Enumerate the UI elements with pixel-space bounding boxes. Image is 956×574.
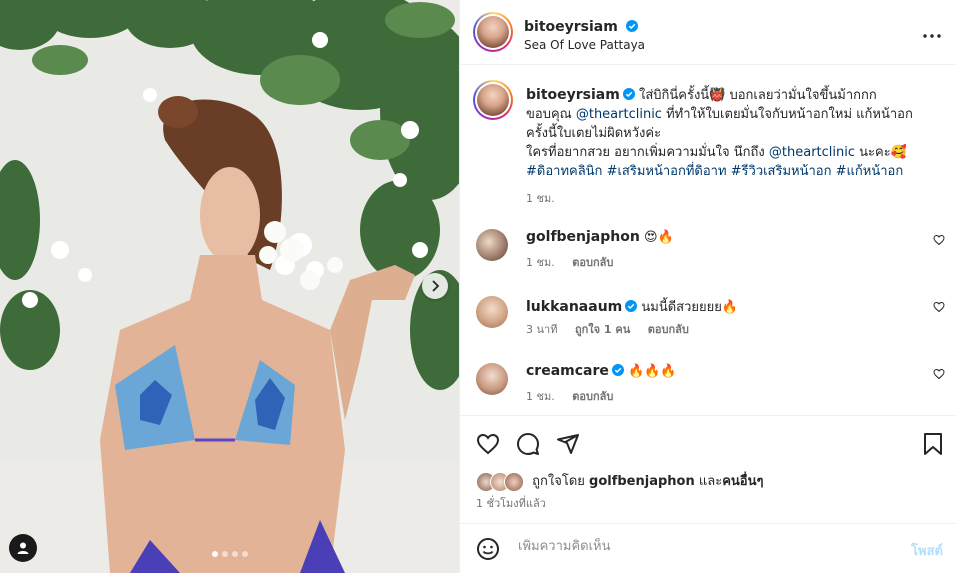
comment-item: lukkanaaum นมนี้ดีสวยยยย🔥 3 นาที ถูกใจ 1… xyxy=(460,296,956,336)
verified-badge-icon xyxy=(625,300,638,312)
share-icon[interactable] xyxy=(556,432,580,456)
carousel-dot xyxy=(211,551,218,557)
verified-badge-icon xyxy=(611,364,624,376)
mention-link[interactable]: @theartclinic xyxy=(769,145,855,160)
comment-username[interactable]: creamcare xyxy=(526,363,609,379)
tagged-users-button[interactable] xyxy=(9,534,37,562)
like-comment-icon[interactable] xyxy=(933,368,945,380)
verified-badge-icon xyxy=(625,20,638,32)
comment-input[interactable] xyxy=(516,538,880,555)
comment-icon[interactable] xyxy=(516,432,540,456)
comment-time: 1 ชม. xyxy=(526,390,555,403)
caption-line-2-suffix: ที่ทำให้ใบเตยมั่นใจกับหน้าอกใหม่ แก้หน้า… xyxy=(661,107,913,122)
carousel-dot xyxy=(241,551,248,557)
comment-username[interactable]: golfbenjaphon xyxy=(526,229,640,245)
user-icon xyxy=(17,542,29,554)
comment-text: นมนี้ดีสวยยยย🔥 xyxy=(641,300,739,315)
commenter-avatar[interactable] xyxy=(476,229,508,261)
emoji-icon[interactable] xyxy=(476,537,500,561)
author-username[interactable]: bitoeyrsiam xyxy=(524,19,618,35)
post-comment-button[interactable]: โพสต์ xyxy=(911,540,943,561)
comment-text: 🔥🔥🔥 xyxy=(628,364,677,379)
chevron-right-icon xyxy=(432,280,440,292)
comment-item: creamcare 🔥🔥🔥 1 ชม. ตอบกลับ xyxy=(460,363,956,403)
like-comment-icon[interactable] xyxy=(933,301,945,313)
like-icon[interactable] xyxy=(476,432,500,456)
carousel-dot xyxy=(221,551,228,557)
post-location[interactable]: Sea Of Love Pattaya xyxy=(524,38,645,52)
carousel-dot xyxy=(231,551,238,557)
post-side-panel: bitoeyrsiam Sea Of Love Pattaya bitoeyrs… xyxy=(459,0,956,573)
commenter-avatar[interactable] xyxy=(476,363,508,395)
likes-summary[interactable]: ถูกใจโดย golfbenjaphon และคนอื่นๆ xyxy=(476,470,763,492)
caption-username[interactable]: bitoeyrsiam xyxy=(526,87,620,103)
likes-middle: และ xyxy=(694,474,723,489)
caption-line-4-suffix: นะคะ🥰 xyxy=(855,145,907,160)
author-avatar[interactable] xyxy=(473,12,513,52)
caption-line-3: ครั้งนี้ใบเตยไม่ผิดหวังค่ะ xyxy=(526,126,662,141)
likes-others-link[interactable]: คนอื่นๆ xyxy=(722,474,763,489)
caption-line-2-prefix: ขอบคุณ xyxy=(526,107,576,122)
carousel-dots xyxy=(0,551,459,557)
reply-button[interactable]: ตอบกลับ xyxy=(648,323,689,336)
reply-button[interactable]: ตอบกลับ xyxy=(572,256,613,269)
likes-prefix: ถูกใจโดย xyxy=(532,474,590,489)
caption-hashtags[interactable]: #ดิอาทคลินิก #เสริมหน้าอกที่ดิอาท #รีวิว… xyxy=(526,162,936,181)
comment-time: 3 นาที xyxy=(526,323,558,336)
more-horizontal-icon xyxy=(923,34,941,38)
liker-avatars xyxy=(476,471,526,492)
liker-username[interactable]: golfbenjaphon xyxy=(589,474,695,489)
instagram-post-view: bitoeyrsiam Sea Of Love Pattaya bitoeyrs… xyxy=(0,0,956,573)
comment-time: 1 ชม. xyxy=(526,256,555,269)
caption-line-4-prefix: ใครที่อยากสวย อยากเพิ่มความมั่นใจ นึกถึง xyxy=(526,145,769,160)
author-name-row: bitoeyrsiam xyxy=(524,16,638,35)
more-options-button[interactable] xyxy=(923,22,941,43)
bookmark-icon[interactable] xyxy=(922,432,944,456)
comment-item: golfbenjaphon 😍🔥 1 ชม. ตอบกลับ xyxy=(460,229,956,269)
reply-button[interactable]: ตอบกลับ xyxy=(572,390,613,403)
comment-text: 😍🔥 xyxy=(643,230,674,245)
mention-link[interactable]: @theartclinic xyxy=(576,107,662,122)
caption-time: 1 ชม. xyxy=(526,192,555,205)
next-slide-button[interactable] xyxy=(422,273,448,299)
verified-badge-icon xyxy=(622,88,635,100)
add-comment-bar: โพสต์ xyxy=(460,523,956,574)
like-comment-icon[interactable] xyxy=(933,234,945,246)
action-bar xyxy=(460,415,956,476)
post-header: bitoeyrsiam Sea Of Love Pattaya xyxy=(460,0,956,65)
caption-line-1: ใส่บิกินี่ครั้งนี้👹 บอกเลยว่ามั่นใจขึ้นม… xyxy=(638,88,877,103)
caption-author-avatar[interactable] xyxy=(473,80,513,120)
commenter-avatar[interactable] xyxy=(476,296,508,328)
comment-username[interactable]: lukkanaaum xyxy=(526,299,622,315)
photo-illustration xyxy=(0,0,459,573)
post-caption: bitoeyrsiam ใส่บิกินี่ครั้งนี้👹 บอกเลยว่… xyxy=(526,86,936,208)
post-timestamp[interactable]: 1 ชั่วโมงที่แล้ว xyxy=(476,494,546,512)
comment-likes-button[interactable]: ถูกใจ 1 คน xyxy=(575,323,630,336)
post-photo[interactable] xyxy=(0,0,459,573)
